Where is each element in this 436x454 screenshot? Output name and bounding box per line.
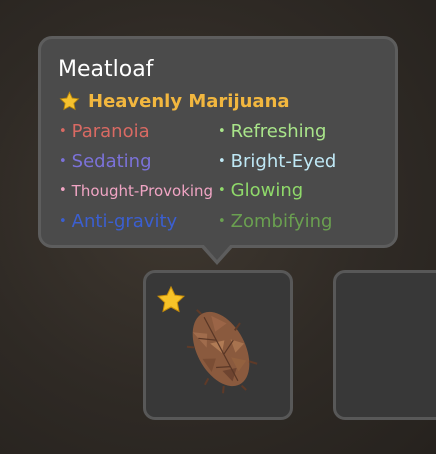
effect-sedating: • Sedating [59, 151, 152, 172]
effect-thought-provoking: • Thought-Provoking [59, 182, 214, 200]
effect-glowing: • Glowing [218, 180, 304, 201]
item-tooltip: Meatloaf Heavenly Marijuana • Paranoia • R… [38, 36, 398, 248]
effect-zombifying: • Zombifying [218, 211, 333, 232]
star-icon [59, 91, 80, 111]
inventory-slot-1[interactable] [143, 270, 293, 420]
effect-bright-eyed: • Bright-Eyed [218, 151, 337, 172]
quality-label: Heavenly Marijuana [88, 91, 290, 112]
inventory-slot-2[interactable] [333, 270, 436, 420]
item-name: Meatloaf [58, 57, 154, 82]
item-quality: Heavenly Marijuana [59, 91, 290, 112]
effect-anti-gravity: • Anti-gravity [59, 211, 178, 232]
effect-paranoia: • Paranoia [59, 121, 150, 142]
bud-icon [186, 309, 258, 394]
effect-refreshing: • Refreshing [218, 121, 327, 142]
tooltip-pointer-fill [203, 244, 231, 260]
